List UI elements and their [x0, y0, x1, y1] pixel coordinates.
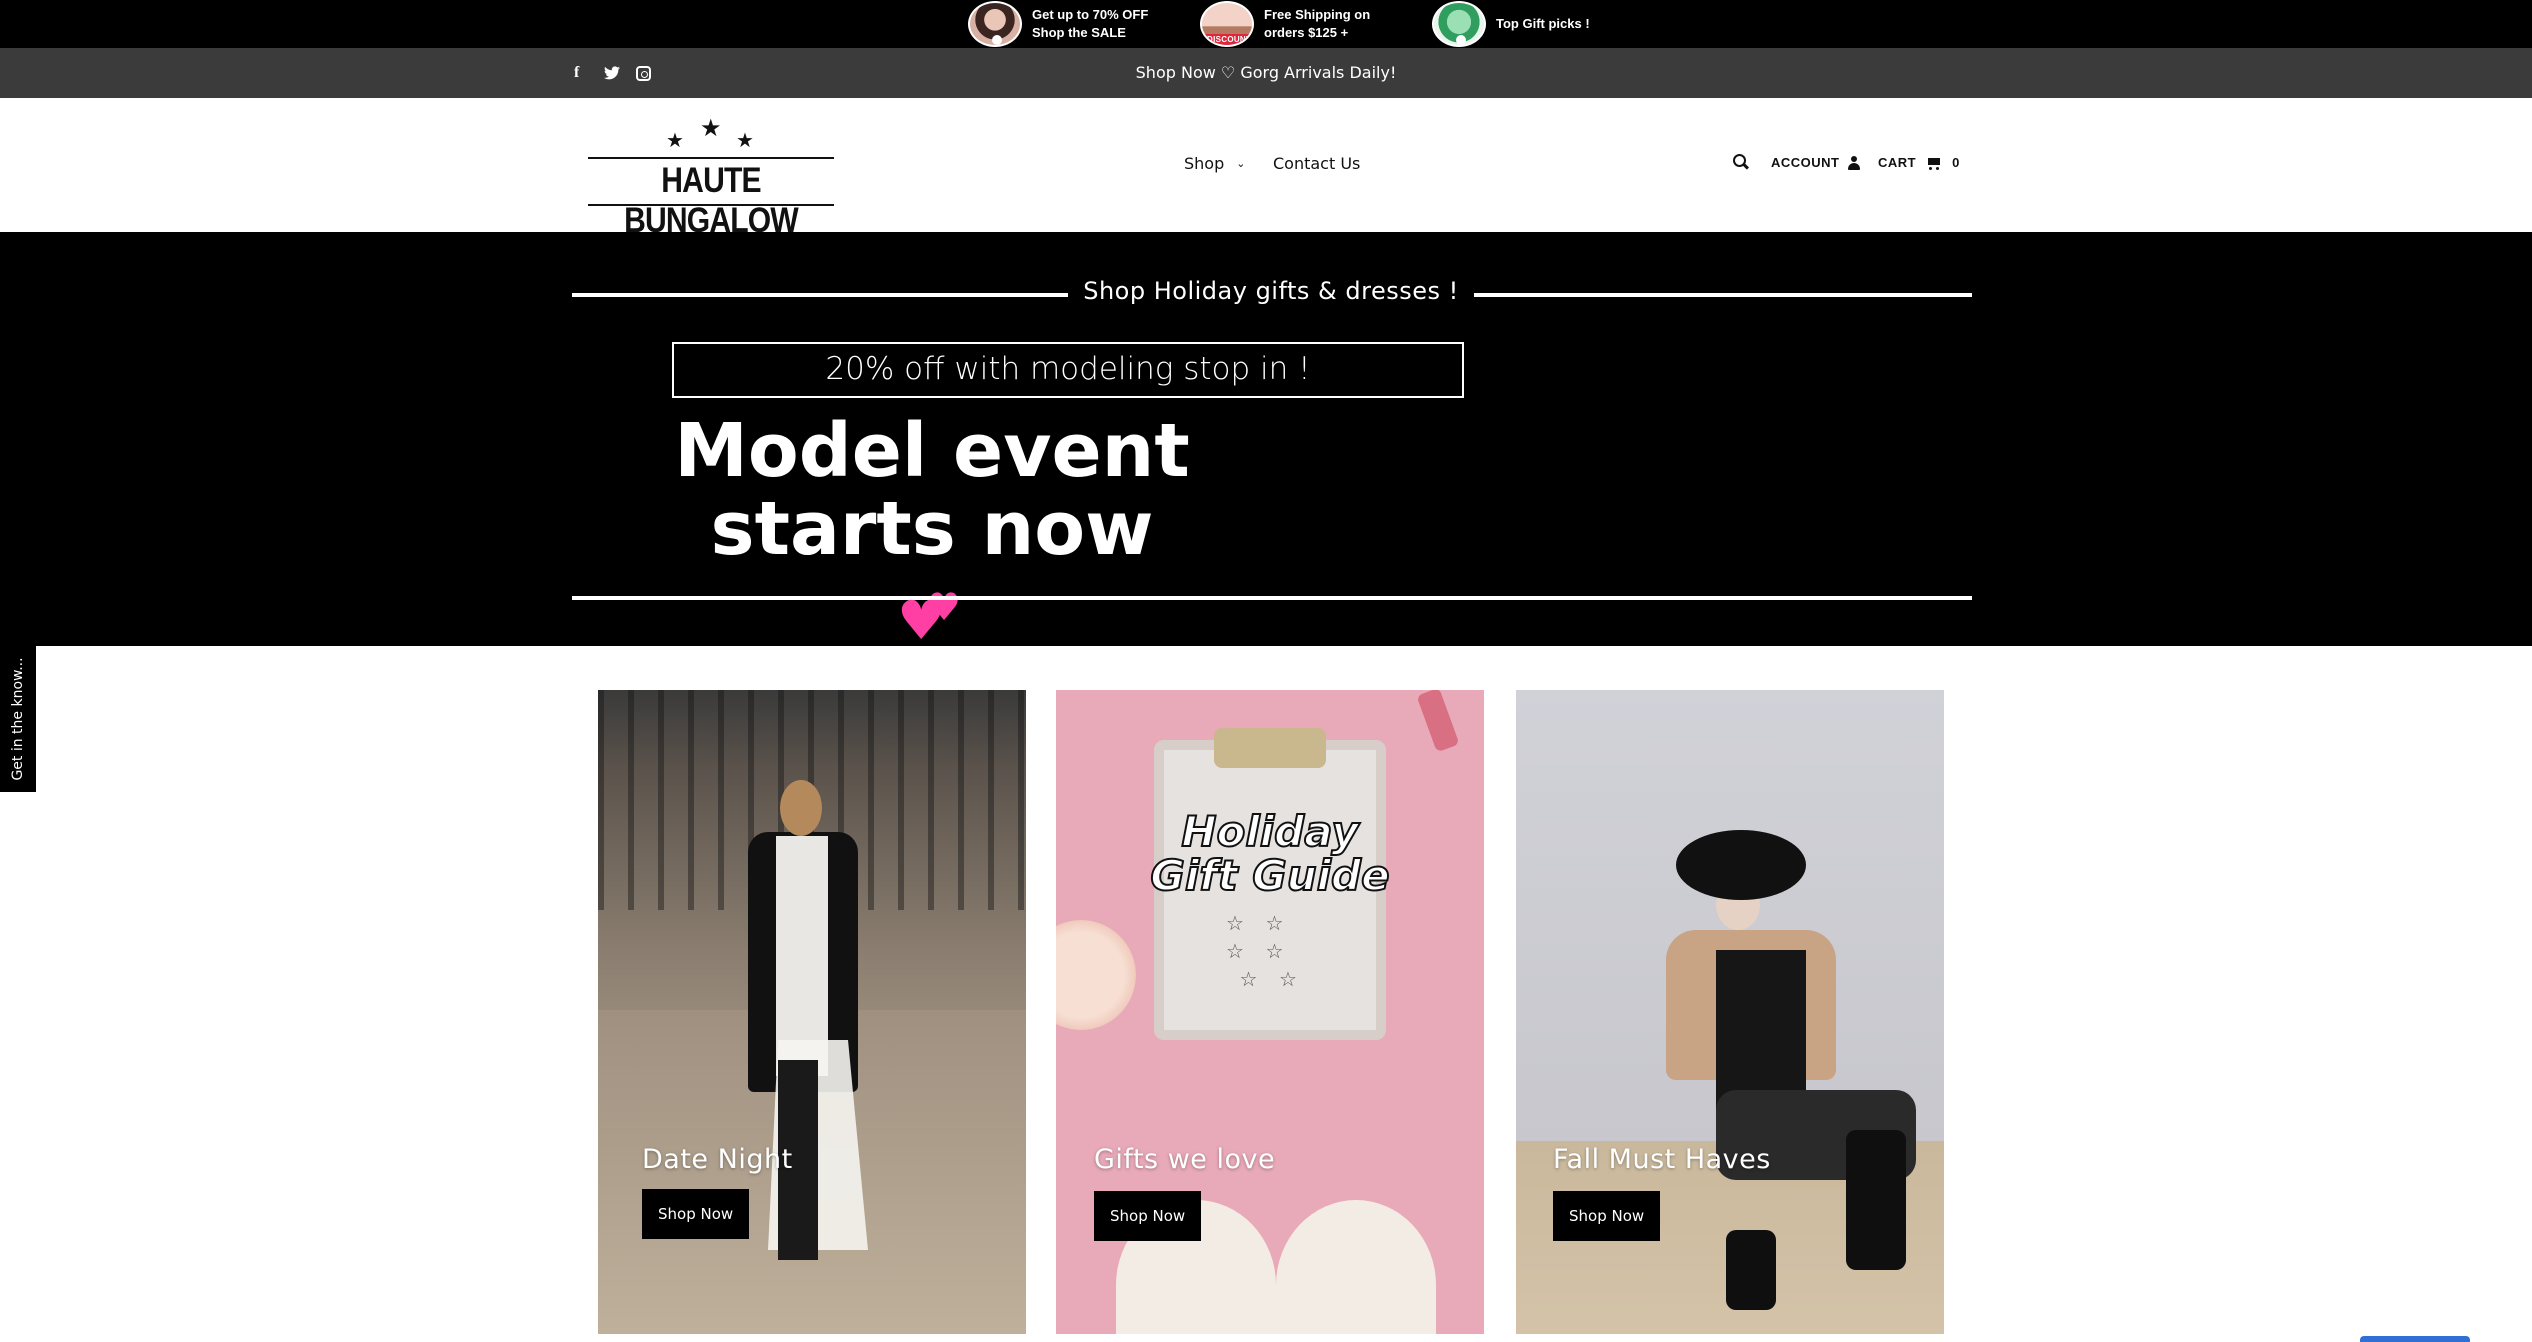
promo-shipping-text: Free Shipping on orders $125 + — [1264, 7, 1371, 40]
promo-gift-picks[interactable]: Top Gift picks ! — [1432, 0, 1590, 48]
gift-guide-image-text: Holiday Gift Guide — [1149, 807, 1390, 900]
card-title: Fall Must Haves — [1553, 1144, 1771, 1175]
hero-title: Shop Holiday gifts & dresses ! — [1083, 277, 1459, 305]
facebook-icon[interactable]: f — [574, 48, 579, 98]
card-title: Gifts we love — [1094, 1144, 1276, 1175]
hero-divider-left — [572, 293, 1068, 297]
logo-stars-icon: ★ ★ ★ — [666, 115, 754, 152]
hero-offer-box: 20% off with modeling stop in ! — [672, 342, 1464, 398]
hero-banner[interactable]: Shop Holiday gifts & dresses ! 20% off w… — [0, 232, 2532, 652]
announcement-bar: Shop Now ♡ Gorg Arrivals Daily! f — [0, 48, 2532, 98]
sale-thumbnail — [968, 1, 1022, 47]
cart-link[interactable]: CART 0 — [1878, 155, 1960, 170]
cart-count: 0 — [1952, 155, 1960, 170]
account-link[interactable]: ACCOUNT — [1771, 155, 1860, 170]
nav-shop[interactable]: Shop ⌄ — [1184, 154, 1245, 173]
search-icon[interactable] — [1733, 154, 1749, 170]
chevron-down-icon: ⌄ — [1236, 157, 1246, 170]
hero-headline-line2: starts now — [710, 486, 1154, 572]
collection-card-gifts[interactable]: Holiday Gift Guide ☆ ☆ ☆ ☆ ☆ ☆ Gifts we l… — [1056, 690, 1484, 1334]
gift-thumbnail — [1432, 1, 1486, 47]
promo-strip: Get up to 70% OFF Shop the SALE DISCOUNT… — [0, 0, 2532, 48]
discount-badge: DISCOUNT — [1204, 34, 1252, 45]
shop-now-button[interactable]: Shop Now — [1094, 1191, 1202, 1241]
collection-card-fall[interactable]: Fall Must Haves Shop Now — [1516, 690, 1944, 1334]
site-logo[interactable]: ★ ★ ★ HAUTE BUNGALOW — [586, 112, 836, 240]
shop-now-button[interactable]: Shop Now — [1553, 1191, 1661, 1241]
chat-widget-tab[interactable] — [2360, 1336, 2470, 1342]
discount-box-thumbnail: DISCOUNT — [1200, 1, 1254, 47]
hero-headline: Model event starts now ♥ ♥ — [672, 412, 1192, 652]
card-title: Date Night — [642, 1144, 793, 1175]
cart-label: CART — [1878, 155, 1917, 170]
announcement-text: Shop Now ♡ Gorg Arrivals Daily! — [1135, 63, 1397, 82]
promo-sale[interactable]: Get up to 70% OFF Shop the SALE — [968, 0, 1148, 48]
collection-card-date-night[interactable]: Date Night Shop Now — [598, 690, 1026, 1334]
nav-shop-label: Shop — [1184, 154, 1225, 173]
hero-headline-line1: Model event — [674, 408, 1190, 494]
promo-gift-text: Top Gift picks ! — [1496, 16, 1590, 31]
two-hearts-icon: ♥ ♥ — [897, 585, 962, 652]
shop-now-button[interactable]: Shop Now — [642, 1189, 750, 1239]
instagram-icon[interactable] — [636, 48, 651, 98]
site-header: ★ ★ ★ HAUTE BUNGALOW Shop ⌄ Contact Us ACC… — [0, 98, 2532, 240]
nav-contact-us[interactable]: Contact Us — [1273, 154, 1360, 173]
account-label: ACCOUNT — [1771, 155, 1840, 170]
cart-icon — [1926, 156, 1942, 170]
hero-divider-bottom — [572, 596, 1972, 600]
promo-free-shipping[interactable]: DISCOUNT Free Shipping on orders $125 + — [1200, 0, 1370, 48]
logo-text: HAUTE BUNGALOW — [624, 161, 799, 240]
newsletter-side-tab[interactable]: Get in the know... — [0, 646, 36, 792]
hero-divider-right — [1474, 293, 1972, 297]
star-doodles-icon: ☆ ☆ ☆ ☆ ☆ ☆ — [1226, 913, 1305, 991]
promo-sale-text: Get up to 70% OFF Shop the SALE — [1032, 7, 1149, 40]
twitter-icon[interactable] — [604, 48, 620, 98]
side-tab-label: Get in the know... — [10, 657, 26, 781]
user-icon — [1847, 155, 1860, 170]
